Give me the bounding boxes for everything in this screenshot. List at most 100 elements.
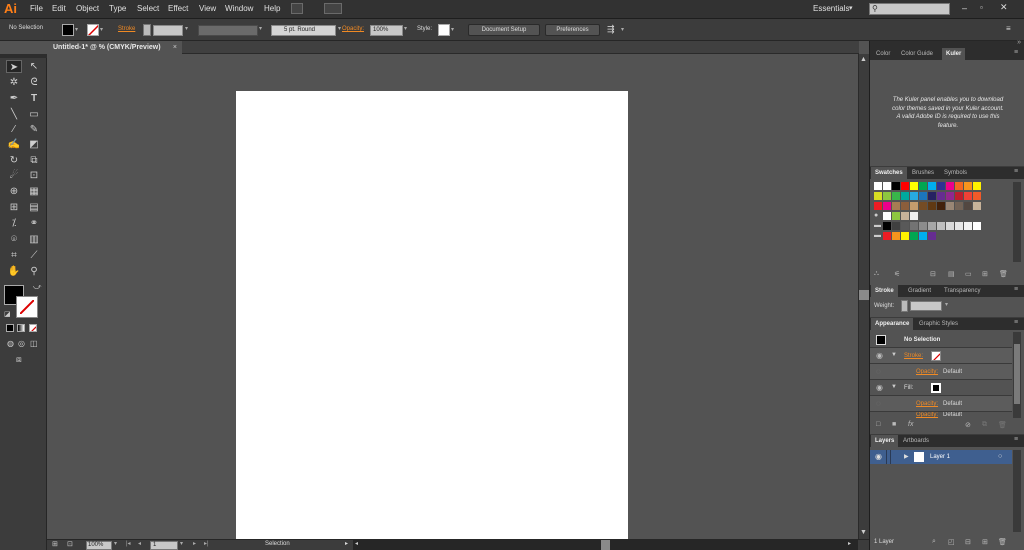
- new-swatch-icon[interactable]: ⊞: [982, 270, 988, 278]
- tab-close-icon[interactable]: ×: [173, 41, 177, 54]
- delete-item-icon[interactable]: 🗑: [998, 421, 1007, 429]
- color-swatch[interactable]: [892, 192, 900, 200]
- clear-appearance-icon[interactable]: ⊘: [965, 421, 971, 429]
- chevron-down-icon[interactable]: ▾: [75, 26, 78, 33]
- layers-scrollbar[interactable]: [1013, 450, 1021, 532]
- draw-inside-icon[interactable]: ◫: [30, 339, 38, 348]
- new-folder-icon[interactable]: ▭: [965, 270, 972, 278]
- swatch-options-icon[interactable]: ⊟: [930, 270, 936, 278]
- fill-swatch[interactable]: [62, 24, 74, 36]
- expand-triangle-icon[interactable]: ▼: [891, 352, 897, 358]
- add-effect-icon[interactable]: fx: [908, 421, 913, 428]
- swatch-kind-icon[interactable]: ⚟: [894, 270, 900, 278]
- panel-menu-icon[interactable]: ≡: [1014, 319, 1018, 326]
- magic-wand-tool-icon[interactable]: ✲: [6, 76, 22, 89]
- hand-tool-icon[interactable]: ✋: [6, 265, 22, 278]
- add-fill-icon[interactable]: ■: [892, 421, 896, 428]
- color-swatch[interactable]: [910, 182, 918, 190]
- menu-view[interactable]: View: [199, 4, 216, 13]
- slice-tool-icon[interactable]: ⟋: [26, 249, 42, 262]
- fill-swatch[interactable]: [931, 383, 941, 393]
- workspace-switcher[interactable]: Essentials: [813, 4, 849, 13]
- zoom-tool-icon[interactable]: ⚲: [26, 265, 42, 278]
- panel-menu-icon[interactable]: ≡: [1014, 286, 1018, 293]
- visibility-eye-icon[interactable]: ◌: [876, 399, 881, 408]
- artboard-nav-icon[interactable]: ⊞: [52, 540, 58, 548]
- panel-menu-icon[interactable]: ≡: [1006, 24, 1011, 33]
- color-swatch[interactable]: [937, 192, 945, 200]
- collapse-panels-icon[interactable]: »: [1017, 39, 1021, 46]
- new-layer-icon[interactable]: ⊞: [982, 538, 988, 546]
- menu-window[interactable]: Window: [225, 4, 253, 13]
- artboard-tool-icon[interactable]: ⌗: [6, 249, 22, 262]
- chevron-down-icon[interactable]: ▾: [259, 25, 262, 32]
- graphic-style-swatch[interactable]: [438, 24, 450, 36]
- color-swatch[interactable]: [910, 232, 918, 240]
- menu-object[interactable]: Object: [76, 4, 99, 13]
- color-swatch[interactable]: [946, 202, 954, 210]
- color-swatch[interactable]: [892, 222, 900, 230]
- color-swatch[interactable]: [946, 182, 954, 190]
- tab-gradient[interactable]: Gradient: [904, 285, 935, 297]
- appearance-fill-label[interactable]: Fill:: [904, 385, 913, 391]
- color-swatch[interactable]: [892, 232, 900, 240]
- warp-tool-icon[interactable]: ☄: [6, 169, 22, 182]
- screen-mode-icon[interactable]: ⧈: [16, 354, 22, 365]
- chevron-down-icon[interactable]: ▾: [100, 26, 103, 33]
- previous-artboard-icon[interactable]: ◂: [138, 540, 141, 547]
- color-swatch[interactable]: [955, 222, 963, 230]
- tab-swatches[interactable]: Swatches: [871, 167, 907, 179]
- arrange-documents-icon[interactable]: [324, 3, 342, 14]
- new-sublayer-icon[interactable]: ⊟: [965, 538, 971, 546]
- blend-tool-icon[interactable]: ⚭: [26, 217, 42, 230]
- color-swatch[interactable]: [901, 192, 909, 200]
- gradient-tool-icon[interactable]: ▤: [26, 201, 42, 214]
- clipping-mask-icon[interactable]: ◰: [948, 538, 955, 546]
- color-swatch[interactable]: [901, 202, 909, 210]
- color-swatch[interactable]: [973, 192, 981, 200]
- color-swatch[interactable]: [883, 232, 891, 240]
- panel-menu-icon[interactable]: ≡: [1014, 436, 1018, 443]
- stroke-weight-stepper[interactable]: [143, 24, 151, 36]
- color-swatch[interactable]: [973, 202, 981, 210]
- stroke-weight-input[interactable]: [153, 25, 183, 36]
- color-swatch[interactable]: [892, 182, 900, 190]
- menu-effect[interactable]: Effect: [168, 4, 188, 13]
- swatch-scrollbar[interactable]: [1013, 182, 1021, 262]
- color-swatch[interactable]: [955, 202, 963, 210]
- none-mode-icon[interactable]: [29, 324, 37, 332]
- color-swatch[interactable]: [973, 222, 981, 230]
- artboard[interactable]: [236, 91, 628, 541]
- chevron-down-icon[interactable]: ▾: [451, 26, 454, 33]
- tab-appearance[interactable]: Appearance: [871, 318, 914, 330]
- appearance-fill-opacity-label[interactable]: Opacity:: [916, 401, 938, 407]
- canvas-area[interactable]: [47, 54, 858, 541]
- tab-stroke[interactable]: Stroke: [871, 285, 898, 297]
- chevron-down-icon[interactable]: ▾: [185, 25, 188, 32]
- tab-artboards[interactable]: Artboards: [899, 435, 933, 447]
- color-swatch[interactable]: [973, 182, 981, 190]
- pen-tool-icon[interactable]: ✒: [6, 92, 22, 105]
- appearance-scrollbar[interactable]: [1013, 332, 1021, 418]
- weight-stepper[interactable]: [901, 300, 908, 312]
- color-swatch[interactable]: [883, 222, 891, 230]
- gradient-mode-icon[interactable]: [17, 324, 25, 332]
- color-swatch[interactable]: [874, 192, 882, 200]
- direct-selection-tool-icon[interactable]: ↖: [26, 60, 42, 73]
- layer-row[interactable]: ◉ ▶ Layer 1 ○: [870, 450, 1012, 464]
- target-circle-icon[interactable]: ○: [998, 453, 1002, 460]
- chevron-down-icon[interactable]: ▾: [945, 301, 948, 308]
- free-transform-tool-icon[interactable]: ⊡: [26, 169, 42, 182]
- stroke-none-swatch[interactable]: [87, 24, 99, 36]
- tab-kuler[interactable]: Kuler: [942, 48, 966, 60]
- fit-icon[interactable]: ⊡: [67, 540, 73, 548]
- locate-object-icon[interactable]: ⌕: [932, 538, 936, 546]
- search-input[interactable]: ⚲: [869, 3, 950, 15]
- color-swatch[interactable]: [892, 212, 900, 220]
- tab-graphic-styles[interactable]: Graphic Styles: [915, 318, 962, 330]
- color-swatch[interactable]: [928, 222, 936, 230]
- color-swatch[interactable]: [919, 182, 927, 190]
- color-swatch[interactable]: [946, 222, 954, 230]
- scroll-up-icon[interactable]: ▲: [860, 56, 867, 63]
- color-swatch[interactable]: [928, 192, 936, 200]
